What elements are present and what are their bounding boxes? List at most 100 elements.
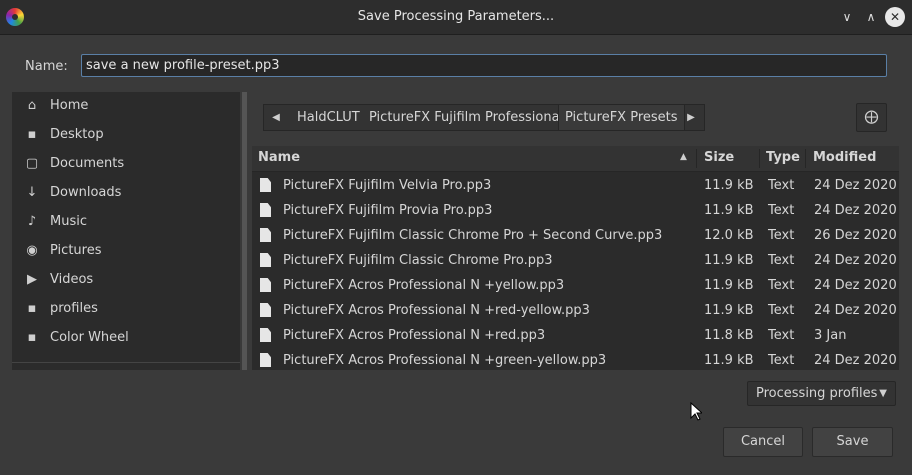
table-row[interactable]: PictureFX Fujifilm Classic Chrome Pro.pp… (252, 248, 899, 273)
column-header-modified[interactable]: Modified (813, 150, 876, 165)
column-divider (696, 149, 697, 168)
sidebar-scrollbar[interactable] (242, 92, 247, 370)
text-file-icon (260, 278, 271, 292)
file-type: Text (768, 228, 795, 243)
column-header-type[interactable]: Type (766, 150, 800, 165)
column-divider (805, 149, 806, 168)
file-name: PictureFX Fujifilm Classic Chrome Pro.pp… (283, 253, 553, 268)
new-folder-button[interactable]: ⨁ (856, 103, 887, 132)
sidebar-item-home[interactable]: ⌂ Home (12, 92, 240, 120)
file-modified: 24 Dez 2020 (814, 203, 897, 218)
download-icon: ↓ (26, 185, 38, 200)
table-row[interactable]: PictureFX Fujifilm Velvia Pro.pp3 11.9 k… (252, 173, 899, 198)
minimize-chevron-down-icon[interactable]: ∨ (838, 8, 856, 26)
file-name: PictureFX Acros Professional N +green-ye… (283, 353, 607, 368)
maximize-chevron-up-icon[interactable]: ∧ (862, 8, 880, 26)
text-file-icon (260, 353, 271, 367)
text-file-icon (260, 178, 271, 192)
name-label: Name: (25, 59, 68, 74)
table-row[interactable]: PictureFX Acros Professional N +red.pp3 … (252, 323, 899, 348)
sidebar-item-profiles[interactable]: ▪ profiles (12, 295, 240, 323)
sidebar-item-label: Pictures (50, 243, 102, 258)
file-type: Text (768, 328, 795, 343)
filename-input[interactable] (81, 54, 887, 77)
file-size: 11.9 kB (704, 178, 754, 193)
window-title: Save Processing Parameters... (357, 9, 555, 24)
sidebar-item-label: Color Wheel (50, 330, 129, 345)
save-button[interactable]: Save (812, 427, 893, 457)
document-icon: ▢ (25, 156, 39, 171)
table-row[interactable]: PictureFX Fujifilm Provia Pro.pp3 11.9 k… (252, 198, 899, 223)
folder-icon: ▪ (27, 301, 37, 316)
folder-icon: ▪ (27, 330, 37, 345)
sidebar-item-downloads[interactable]: ↓ Downloads (12, 179, 240, 207)
file-modified: 24 Dez 2020 (814, 353, 897, 368)
path-scroll-left-icon[interactable]: ◀ (266, 105, 286, 130)
sidebar-item-documents[interactable]: ▢ Documents (12, 150, 240, 178)
file-size: 11.8 kB (704, 328, 754, 343)
column-header-name[interactable]: Name (258, 150, 300, 165)
file-modified: 24 Dez 2020 (814, 253, 897, 268)
sidebar-item-desktop[interactable]: ▪ Desktop (12, 121, 240, 149)
file-name: PictureFX Acros Professional N +red.pp3 (283, 328, 546, 343)
table-row[interactable]: PictureFX Fujifilm Classic Chrome Pro + … (252, 223, 899, 248)
file-name: PictureFX Fujifilm Classic Chrome Pro + … (283, 228, 663, 243)
file-filter-dropdown[interactable]: Processing profiles ▼ (747, 381, 896, 406)
text-file-icon (260, 328, 271, 342)
file-size: 11.9 kB (704, 253, 754, 268)
mouse-pointer-icon (690, 402, 702, 421)
table-row[interactable]: PictureFX Acros Professional N +red-yell… (252, 298, 899, 323)
file-size: 11.9 kB (704, 303, 754, 318)
title-bar: Save Processing Parameters... ∨ ∧ ✕ (0, 0, 912, 35)
folder-icon: ▪ (27, 127, 37, 142)
file-size: 11.9 kB (704, 278, 754, 293)
crumb-haldclut[interactable]: HaldCLUT (297, 105, 360, 130)
video-icon: ▶ (27, 272, 37, 287)
cancel-button[interactable]: Cancel (723, 427, 803, 457)
table-row[interactable]: PictureFX Acros Professional N +yellow.p… (252, 273, 899, 298)
chevron-down-icon: ▼ (879, 388, 887, 399)
file-type: Text (768, 353, 795, 368)
crumb-picturefx-presets[interactable]: PictureFX Presets (558, 105, 685, 130)
file-modified: 24 Dez 2020 (814, 178, 897, 193)
path-scroll-right-icon[interactable]: ▶ (681, 105, 701, 130)
file-modified: 24 Dez 2020 (814, 278, 897, 293)
file-modified: 3 Jan (814, 328, 847, 343)
table-row[interactable]: PictureFX Acros Professional N +green-ye… (252, 348, 899, 370)
text-file-icon (260, 203, 271, 217)
file-type: Text (768, 278, 795, 293)
path-bar: ◀ HaldCLUT PictureFX Fujifilm Profession… (263, 104, 705, 131)
file-name: PictureFX Fujifilm Provia Pro.pp3 (283, 203, 493, 218)
sidebar-item-label: Documents (50, 156, 125, 171)
file-modified: 26 Dez 2020 (814, 228, 897, 243)
sidebar-item-label: Videos (50, 272, 94, 287)
sidebar-item-pictures[interactable]: ◉ Pictures (12, 237, 240, 265)
close-icon[interactable]: ✕ (885, 7, 905, 27)
sidebar-item-label: Music (50, 214, 87, 229)
sidebar-item-music[interactable]: ♪ Music (12, 208, 240, 236)
text-file-icon (260, 228, 271, 242)
file-type: Text (768, 253, 795, 268)
column-divider (759, 149, 760, 168)
file-type: Text (768, 203, 795, 218)
column-header-size[interactable]: Size (704, 150, 734, 165)
folder-plus-icon: ⨁ (864, 109, 879, 125)
sidebar-item-label: Home (50, 98, 89, 113)
file-type: Text (768, 303, 795, 318)
sidebar-item-label: Downloads (50, 185, 122, 200)
sidebar-item-label: Desktop (50, 127, 104, 142)
home-icon: ⌂ (27, 98, 37, 113)
text-file-icon (260, 253, 271, 267)
file-name: PictureFX Acros Professional N +red-yell… (283, 303, 590, 318)
file-modified: 24 Dez 2020 (814, 303, 897, 318)
places-sidebar: ⌂ Home ▪ Desktop ▢ Documents ↓ Downloads… (12, 92, 240, 370)
filter-selected-label: Processing profiles (756, 386, 878, 401)
sort-ascending-icon: ▲ (680, 152, 687, 162)
sidebar-item-color-wheel[interactable]: ▪ Color Wheel (12, 324, 240, 352)
file-name: PictureFX Fujifilm Velvia Pro.pp3 (283, 178, 492, 193)
crumb-picturefx-fujifilm-professional[interactable]: PictureFX Fujifilm Professional (369, 105, 563, 130)
camera-icon: ◉ (26, 243, 38, 258)
file-name: PictureFX Acros Professional N +yellow.p… (283, 278, 565, 293)
sidebar-item-videos[interactable]: ▶ Videos (12, 266, 240, 294)
sidebar-item-label: profiles (50, 301, 98, 316)
